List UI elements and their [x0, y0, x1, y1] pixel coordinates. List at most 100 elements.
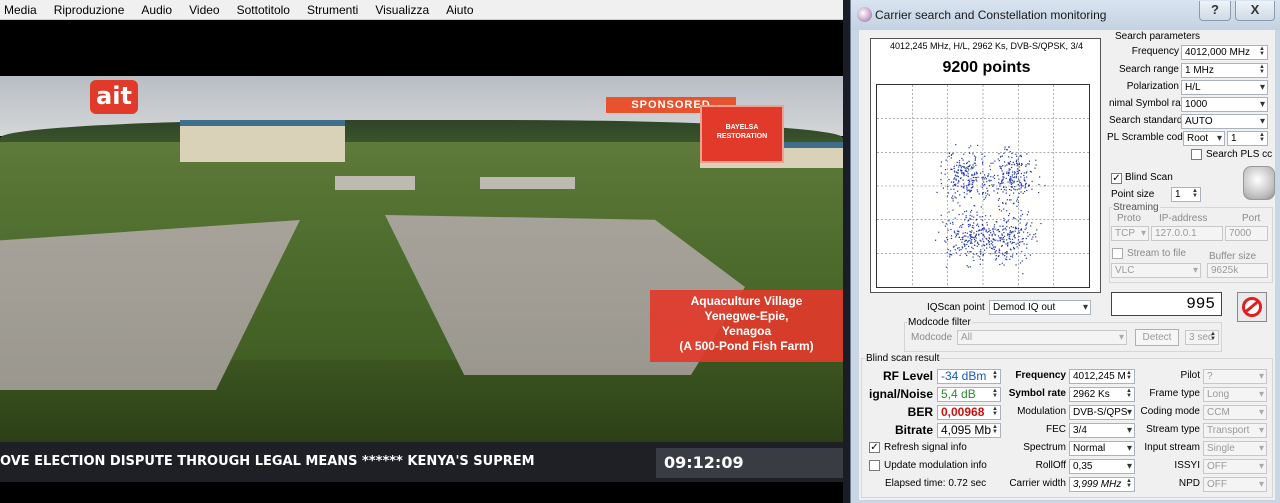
spin-arrows-icon[interactable]: ▲ ▼ — [1209, 331, 1217, 343]
stream-to-file-checkbox[interactable] — [1112, 248, 1123, 259]
menu-visualizza[interactable]: Visualizza — [367, 0, 438, 20]
spin-arrows-icon[interactable]: ▲ ▼ — [1125, 388, 1133, 400]
constellation-point — [1027, 163, 1029, 165]
refresh-signal-checkbox[interactable]: ✓ — [869, 442, 880, 453]
constellation-point — [1005, 186, 1007, 188]
search-standard-select[interactable]: AUTO — [1181, 114, 1268, 129]
menu-media[interactable]: Media — [0, 0, 46, 20]
proto-select[interactable]: TCP — [1111, 226, 1149, 241]
constellation-point — [1009, 238, 1011, 240]
ip-address-input[interactable]: 127.0.0.1 — [1151, 226, 1223, 241]
frame-type-select[interactable]: Long — [1203, 387, 1267, 402]
constellation-point — [977, 176, 979, 178]
video-area[interactable]: ait SPONSORED BAYELSA RESTORATION Aquacu… — [0, 20, 843, 503]
search-range-label: Search range — [1118, 64, 1179, 75]
constellation-point — [1003, 176, 1005, 178]
spin-arrows-icon[interactable]: ▲ ▼ — [1191, 188, 1199, 200]
detect-button[interactable]: Detect — [1135, 329, 1179, 346]
buffer-size-input[interactable]: 9625k — [1207, 263, 1268, 278]
min-symbol-rate-select[interactable]: 1000 — [1181, 97, 1268, 112]
close-button[interactable]: X — [1235, 1, 1275, 21]
spin-arrows-icon[interactable]: ▲ ▼ — [1125, 370, 1133, 382]
stop-button[interactable] — [1237, 292, 1267, 322]
constellation-point — [1004, 227, 1006, 229]
point-size-input[interactable]: 1 ▲ ▼ — [1171, 187, 1201, 202]
constellation-point — [1016, 173, 1018, 175]
blind-scan-checkbox[interactable]: ✓ — [1111, 173, 1122, 184]
pilot-select[interactable]: ? — [1203, 369, 1267, 384]
spin-arrows-icon[interactable]: ▲ ▼ — [1258, 64, 1266, 76]
polarization-select[interactable]: H/L — [1181, 80, 1268, 95]
spin-arrows-icon[interactable]: ▲ ▼ — [1258, 132, 1266, 144]
constellation-point — [960, 248, 962, 251]
spin-arrows-icon[interactable]: ▲ ▼ — [1258, 46, 1266, 58]
constellation-point — [970, 197, 972, 199]
menu-strumenti[interactable]: Strumenti — [299, 0, 367, 20]
spin-arrows-icon[interactable]: ▲ ▼ — [991, 370, 999, 382]
constellation-point — [1004, 255, 1006, 257]
blind-scan-result-title: Blind scan result — [865, 353, 941, 364]
spin-arrows-icon[interactable]: ▲ ▼ — [991, 388, 999, 400]
constellation-point — [974, 162, 976, 165]
constellation-point — [1011, 256, 1014, 258]
player-select[interactable]: VLC — [1111, 263, 1201, 278]
npd-select[interactable]: OFF — [1203, 477, 1267, 492]
fec-select[interactable]: 3/4 — [1069, 423, 1135, 438]
spectrum-select[interactable]: Normal — [1069, 441, 1135, 456]
constellation-point — [945, 159, 947, 161]
constellation-point — [996, 188, 998, 190]
pl-scramble-code-input[interactable]: 1 ▲ ▼ — [1227, 131, 1268, 146]
constellation-point — [1011, 174, 1013, 176]
constellation-point — [994, 160, 996, 162]
rolloff-select[interactable]: 0,35 — [1069, 459, 1135, 474]
menu-aiuto[interactable]: Aiuto — [438, 0, 482, 20]
title-bar[interactable]: Carrier search and Constellation monitor… — [851, 0, 1280, 30]
constellation-point — [1025, 237, 1027, 240]
constellation-point — [976, 214, 978, 216]
constellation-point — [977, 144, 979, 146]
search-pls-checkbox[interactable] — [1191, 149, 1202, 160]
detect-time-input[interactable]: 3 sec ▲ ▼ — [1185, 330, 1219, 345]
constellation-point — [965, 253, 967, 255]
stream-type-select[interactable]: Transport — [1203, 423, 1267, 438]
spin-arrows-icon[interactable]: ▲ ▼ — [991, 406, 999, 418]
menu-audio[interactable]: Audio — [133, 0, 181, 20]
constellation-point — [1013, 234, 1016, 236]
coding-mode-select[interactable]: CCM — [1203, 405, 1267, 420]
modulation-select[interactable]: DVB-S/QPS — [1069, 405, 1135, 420]
constellation-point — [1016, 162, 1018, 165]
constellation-point — [972, 256, 974, 258]
constellation-point — [969, 223, 971, 226]
constellation-point — [990, 253, 992, 255]
modcode-select[interactable]: All — [957, 330, 1127, 345]
iqscan-point-select[interactable]: Demod IQ out — [989, 300, 1091, 315]
menu-video[interactable]: Video — [181, 0, 228, 20]
constellation-point — [1001, 238, 1003, 240]
search-range-input[interactable]: 1 MHz ▲ ▼ — [1181, 63, 1268, 78]
constellation-point — [965, 167, 968, 169]
constellation-point — [1018, 163, 1021, 166]
constellation-point — [966, 210, 968, 212]
constellation-point — [957, 202, 959, 204]
constellation-point — [1003, 217, 1005, 219]
update-modulation-checkbox[interactable] — [869, 460, 880, 471]
frequency-input[interactable]: 4012,000 MHz ▲ ▼ — [1181, 45, 1268, 60]
constellation-point — [971, 180, 973, 182]
spin-arrows-icon[interactable]: ▲ ▼ — [991, 424, 999, 436]
spin-arrows-icon[interactable]: ▲ ▼ — [1125, 478, 1133, 490]
port-input[interactable]: 7000 — [1225, 226, 1268, 241]
constellation-point — [1003, 208, 1005, 210]
menu-riproduzione[interactable]: Riproduzione — [46, 0, 134, 20]
constellation-point — [1020, 176, 1022, 178]
pl-scramble-mode-select[interactable]: Root — [1183, 131, 1225, 146]
issyi-label: ISSYI — [1174, 460, 1200, 471]
constellation-point — [977, 242, 979, 244]
polarization-label: Polarization — [1126, 81, 1179, 92]
blind-scan-start-icon[interactable] — [1243, 166, 1275, 200]
rf-level-label: RF Level — [882, 369, 933, 383]
input-stream-select[interactable]: Single — [1203, 441, 1267, 456]
issyi-select[interactable]: OFF — [1203, 459, 1267, 474]
help-button[interactable]: ? — [1199, 1, 1231, 21]
menu-sottotitolo[interactable]: Sottotitolo — [229, 0, 299, 20]
constellation-point — [1009, 230, 1011, 232]
